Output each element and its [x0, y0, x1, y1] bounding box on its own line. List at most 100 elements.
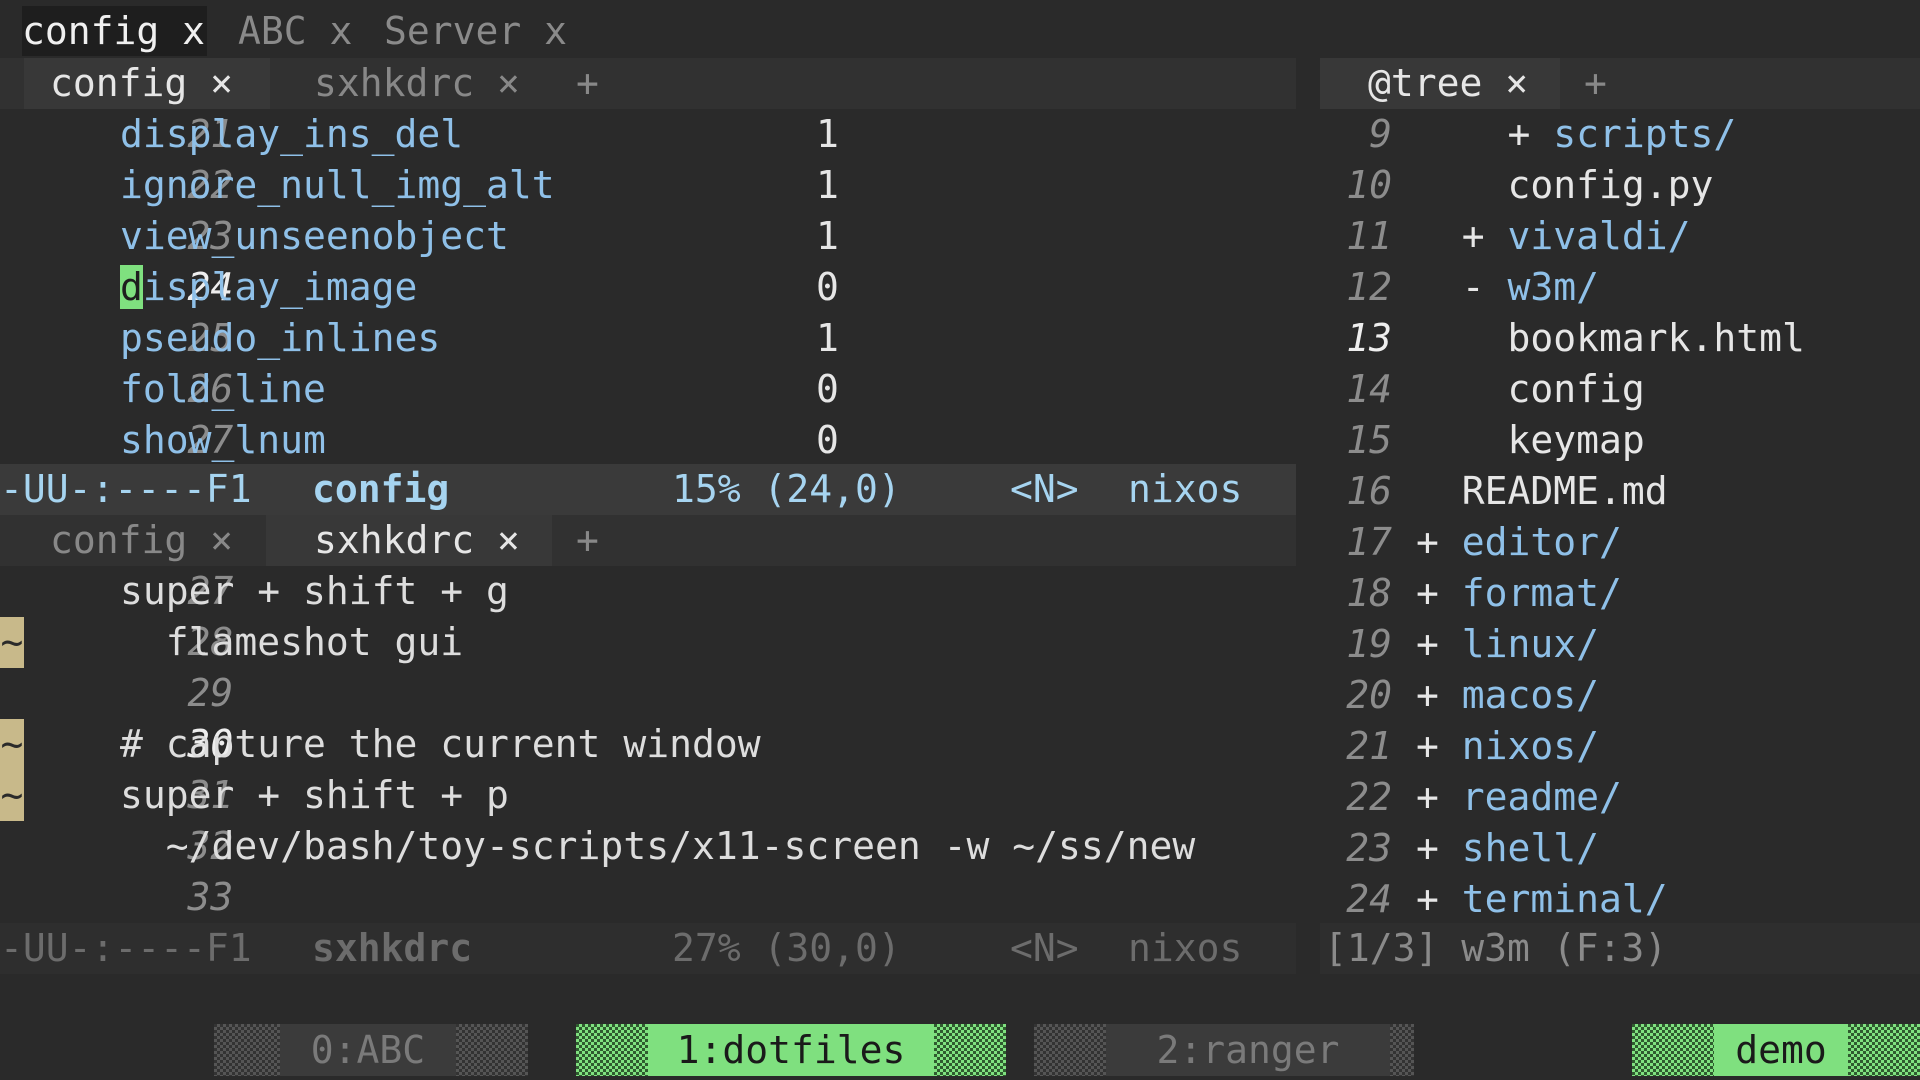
- expand-toggle[interactable]: +: [1416, 214, 1508, 258]
- editor-line: 25 pseudo_inlines 1: [0, 313, 1296, 364]
- tmux-window-1[interactable]: 1:dotfiles: [648, 1024, 934, 1076]
- buffer-state: -UU-:----F1: [0, 467, 252, 511]
- directory-name: vivaldi/: [1507, 214, 1691, 258]
- tree-entry: + scripts/: [1416, 109, 1737, 160]
- frame-tab-abc[interactable]: ABC x: [238, 6, 352, 56]
- directory-name: editor/: [1461, 520, 1622, 564]
- config-value: 1: [816, 214, 839, 258]
- tree-entry: - w3m/: [1416, 262, 1599, 313]
- text-cursor: d: [120, 265, 143, 309]
- session-separator: [1632, 1024, 1714, 1076]
- expand-toggle[interactable]: +: [1416, 724, 1462, 768]
- tree-entry: + linux/: [1416, 619, 1599, 670]
- file-name: config: [1507, 367, 1645, 411]
- frame-tab-bar: config x ABC x Server x: [0, 0, 1920, 58]
- tree-entry: README.md: [1416, 466, 1668, 517]
- buffer-name: config: [312, 467, 450, 511]
- editor-line: 23 view_unseenobject 1: [0, 211, 1296, 262]
- code-text: super + shift + g: [120, 569, 509, 613]
- tree-entry: + nixos/: [1416, 721, 1599, 772]
- tree-file-row[interactable]: 14 config: [1322, 364, 1920, 415]
- editor-line: 21 display_ins_del 1: [0, 109, 1296, 160]
- window-separator: [934, 1024, 1006, 1076]
- tree-file-row[interactable]: 16 README.md: [1322, 466, 1920, 517]
- tree-entry: + vivaldi/: [1416, 211, 1691, 262]
- directory-name: readme/: [1461, 775, 1622, 819]
- top-pane-tab-bar: config × sxhkdrc × +: [0, 58, 1296, 109]
- editor-line: 22 ignore_null_img_alt 1: [0, 160, 1296, 211]
- tree-directory-row[interactable]: 19 + linux/: [1322, 619, 1920, 670]
- file-name: bookmark.html: [1507, 316, 1805, 360]
- line-number: 24: [1346, 877, 1392, 921]
- buffer-state: -UU-:----F1: [0, 926, 252, 970]
- expand-toggle[interactable]: +: [1416, 775, 1462, 819]
- expand-toggle[interactable]: +: [1416, 112, 1553, 156]
- line-number: 10: [1346, 163, 1392, 207]
- tmux-window-2[interactable]: 2:ranger: [1106, 1024, 1390, 1076]
- git-modified-marker: ~: [0, 719, 24, 770]
- tree-mode-line: [1/3] w3m (F:3): [1320, 923, 1920, 974]
- config-value: 1: [816, 112, 839, 156]
- line-number: 12: [1346, 265, 1392, 309]
- editor-line: 33: [0, 872, 1296, 923]
- tree-directory-row[interactable]: 22 + readme/: [1322, 772, 1920, 823]
- bottom-tab-config[interactable]: config ×: [24, 515, 270, 566]
- frame-tab-config[interactable]: config x: [22, 6, 208, 56]
- expand-toggle[interactable]: +: [1416, 520, 1462, 564]
- expand-toggle[interactable]: +: [1416, 826, 1462, 870]
- tree-file-row[interactable]: 13 bookmark.html: [1322, 313, 1920, 364]
- tree-tab[interactable]: @tree ×: [1320, 58, 1560, 109]
- bottom-pane-tab-bar: config × sxhkdrc × +: [0, 515, 1296, 566]
- git-modified-marker: ~: [0, 617, 24, 668]
- editor-mode: <N>: [1010, 926, 1079, 970]
- tree-directory-row[interactable]: 24 + terminal/: [1322, 874, 1920, 925]
- line-number: 22: [1346, 775, 1392, 819]
- expand-toggle[interactable]: +: [1416, 622, 1462, 666]
- code-text: flameshot gui: [120, 620, 464, 664]
- tmux-window-0[interactable]: 0:ABC: [280, 1024, 456, 1076]
- cursor-position: 27% (30,0): [672, 926, 901, 970]
- tree-directory-row[interactable]: 9 + scripts/: [1322, 109, 1920, 160]
- config-value: 1: [816, 316, 839, 360]
- expand-toggle[interactable]: +: [1416, 673, 1462, 717]
- tree-directory-row[interactable]: 18 + format/: [1322, 568, 1920, 619]
- config-key: display_image: [120, 262, 417, 313]
- editor-line: ~ 31 super + shift + p: [0, 770, 1296, 821]
- code-text: ~/dev/bash/toy-scripts/x11-screen -w ~/s…: [120, 824, 1196, 868]
- tree-directory-row[interactable]: 21 + nixos/: [1322, 721, 1920, 772]
- bottom-tab-sxhkdrc[interactable]: sxhkdrc ×: [266, 515, 552, 566]
- config-value: 0: [816, 367, 839, 411]
- tree-entry: keymap: [1416, 415, 1645, 466]
- line-number: 17: [1346, 520, 1392, 564]
- tree-file-row[interactable]: 10 config.py: [1322, 160, 1920, 211]
- editor-line-current: 24 display_image 0: [0, 262, 1296, 313]
- tree-new-tab-button[interactable]: +: [1584, 58, 1607, 109]
- config-key-rest: isplay_image: [142, 265, 418, 309]
- tree-directory-row[interactable]: 12 - w3m/: [1322, 262, 1920, 313]
- expand-toggle[interactable]: +: [1416, 571, 1462, 615]
- tree-directory-row[interactable]: 17 + editor/: [1322, 517, 1920, 568]
- tree-directory-row[interactable]: 20 + macos/: [1322, 670, 1920, 721]
- config-value: 0: [816, 265, 839, 309]
- top-tab-config[interactable]: config ×: [24, 58, 270, 109]
- frame-tab-server[interactable]: Server x: [384, 6, 567, 56]
- line-number: 15: [1346, 418, 1392, 462]
- top-mode-line: -UU-:----F1 config 15% (24,0) <N> nixos: [0, 464, 1296, 515]
- bottom-new-tab-button[interactable]: +: [576, 515, 599, 566]
- config-key: view_unseenobject: [120, 214, 509, 258]
- tree-entry: + editor/: [1416, 517, 1622, 568]
- line-number: 29: [187, 671, 234, 715]
- tree-directory-row[interactable]: 23 + shell/: [1322, 823, 1920, 874]
- editor-line: 26 fold_line 0: [0, 364, 1296, 415]
- expand-toggle[interactable]: -: [1416, 265, 1508, 309]
- top-tab-sxhkdrc[interactable]: sxhkdrc ×: [290, 58, 552, 109]
- top-new-tab-button[interactable]: +: [576, 58, 599, 109]
- window-separator: [576, 1024, 648, 1076]
- line-number: 18: [1346, 571, 1392, 615]
- tree-file-row[interactable]: 15 keymap: [1322, 415, 1920, 466]
- tree-directory-row[interactable]: 11 + vivaldi/: [1322, 211, 1920, 262]
- expand-toggle[interactable]: +: [1416, 877, 1462, 921]
